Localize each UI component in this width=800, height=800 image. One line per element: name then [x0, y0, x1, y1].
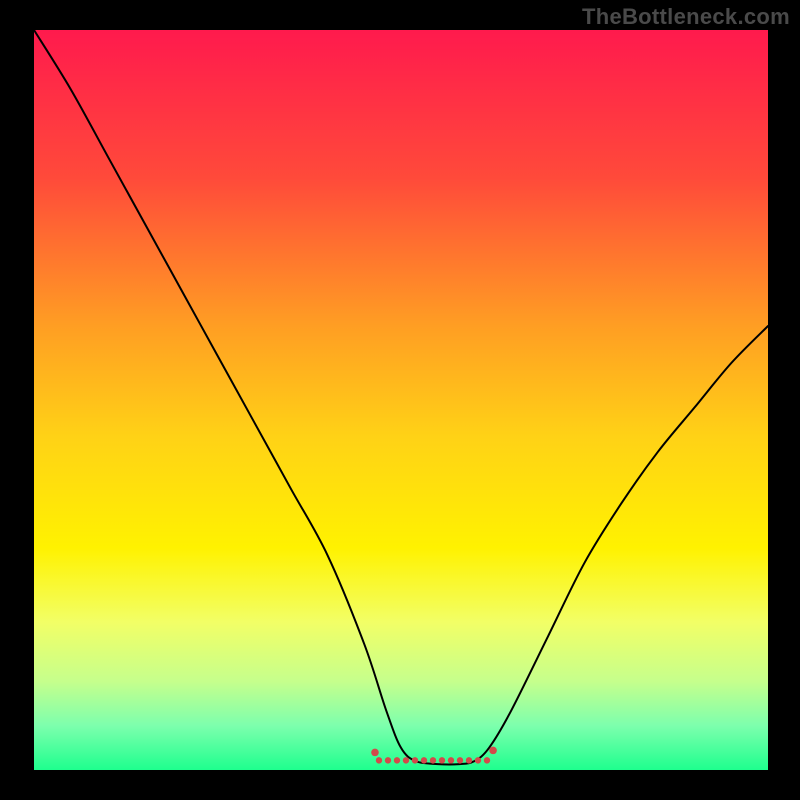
highlight-dot [412, 757, 418, 763]
highlight-dot [448, 757, 454, 763]
highlight-dot [484, 757, 490, 763]
bottleneck-chart [0, 0, 800, 800]
highlight-dot [394, 757, 400, 763]
highlight-dot [385, 757, 391, 763]
chart-container: TheBottleneck.com [0, 0, 800, 800]
highlight-dot [371, 749, 379, 757]
highlight-dot [421, 757, 427, 763]
watermark-text: TheBottleneck.com [582, 4, 790, 30]
highlight-dot [489, 747, 497, 755]
highlight-dot [457, 757, 463, 763]
highlight-dot [403, 757, 409, 763]
highlight-dot [439, 757, 445, 763]
highlight-dot [376, 757, 382, 763]
highlight-dot [466, 757, 472, 763]
highlight-dot [430, 757, 436, 763]
highlight-dot [475, 757, 481, 763]
